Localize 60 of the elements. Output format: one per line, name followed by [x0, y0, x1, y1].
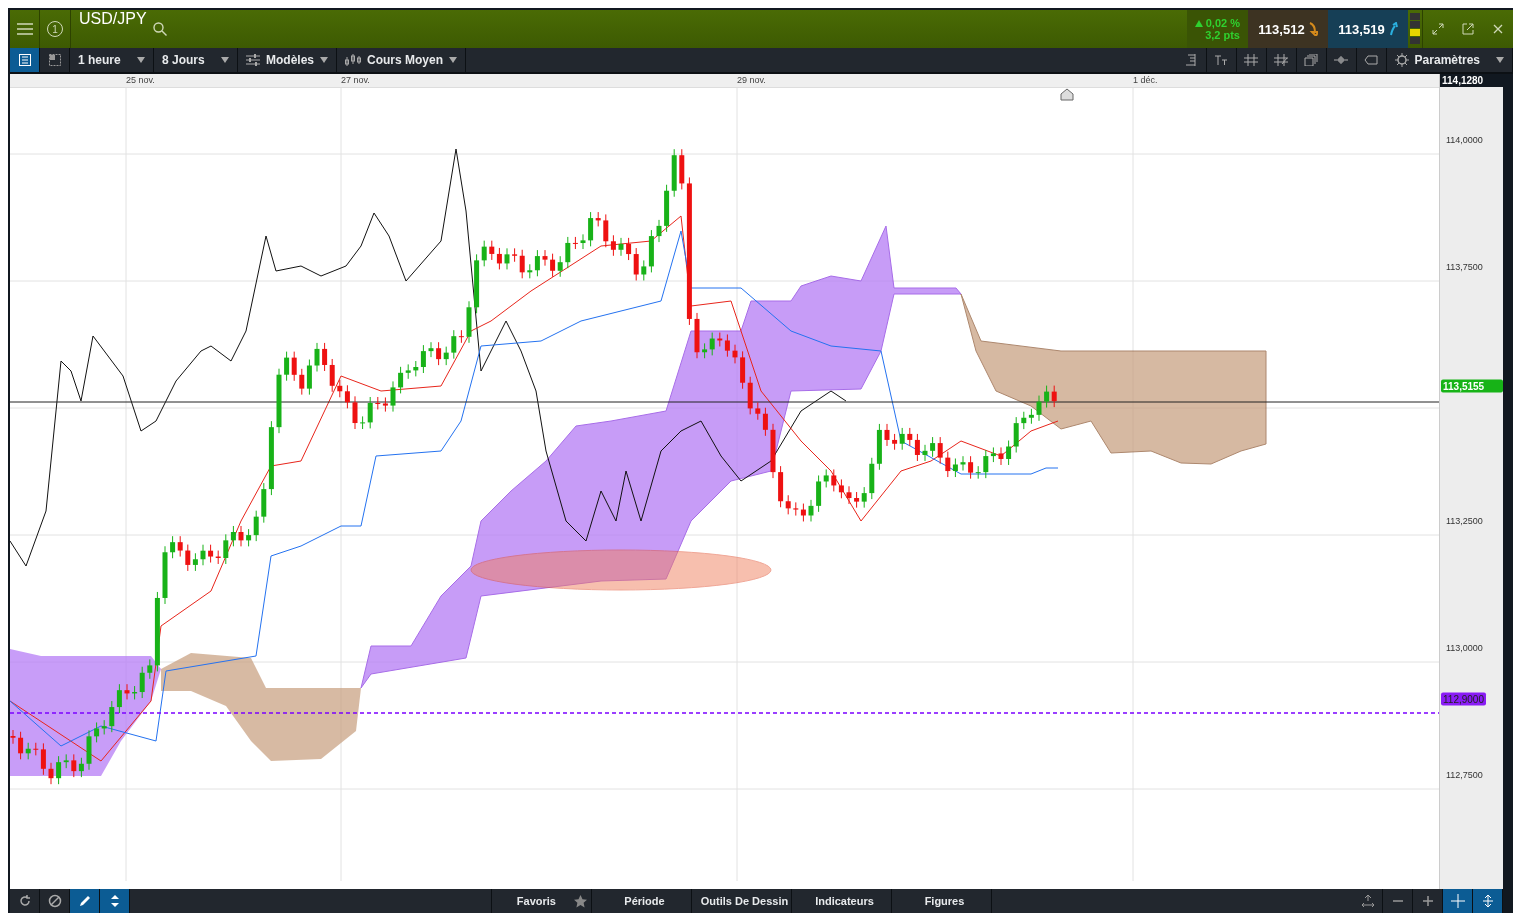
change-percent: 0,02 % [1205, 17, 1240, 29]
tag-icon [1364, 54, 1379, 66]
bid-value: 113,512 [1258, 21, 1305, 37]
expand-icon [1432, 23, 1444, 35]
up-triangle-icon [1194, 19, 1203, 27]
grid-icon [1244, 54, 1259, 66]
fit-icon [1360, 894, 1375, 908]
candlestick-icon [345, 54, 361, 66]
price-tick: 113,2500 [1446, 516, 1483, 526]
view-button[interactable] [10, 48, 40, 72]
layers-icon [1304, 54, 1319, 66]
menu-icon [16, 23, 33, 35]
tool-button[interactable] [1473, 889, 1503, 913]
plus-icon [1421, 895, 1434, 907]
gear-icon [1394, 53, 1409, 67]
price-tick: 112,7500 [1446, 770, 1483, 780]
ask-value: 113,519 [1338, 21, 1385, 37]
caret-icon [449, 57, 458, 63]
vertical-scale-icon [1481, 894, 1494, 908]
tool-button[interactable] [1443, 889, 1473, 913]
ask-price[interactable]: 113,519 [1328, 10, 1408, 48]
date-label: 27 nov. [341, 75, 370, 85]
caret-icon [320, 57, 328, 63]
up-arrow-icon [1387, 22, 1398, 36]
star-icon [574, 894, 587, 908]
instrument-title: USD/JPY [79, 10, 147, 29]
high-price-label: 114,1280 [1440, 74, 1503, 87]
magnet-icon [1274, 54, 1289, 66]
price-tick: 114,0000 [1446, 135, 1483, 145]
refresh-icon [17, 894, 32, 908]
panel-tab[interactable]: Outils De Dessin [691, 889, 791, 913]
bid-price[interactable]: 113,512 [1248, 10, 1328, 48]
prohibited-icon [47, 894, 62, 908]
list-icon [18, 54, 31, 66]
signal-level-icon [1410, 12, 1420, 46]
pencil-icon [77, 894, 92, 908]
highlight-ellipse[interactable] [470, 549, 772, 591]
crosshair-icon [1450, 894, 1465, 908]
caret-icon [1496, 57, 1504, 63]
change-points: 3,2 pts [1205, 29, 1240, 41]
alert-price-label: 112,9000 [1441, 692, 1486, 706]
external-window-icon [1462, 23, 1474, 35]
lines-icon [1184, 54, 1199, 66]
tool-button[interactable] [70, 889, 100, 913]
price-tick: 113,7500 [1446, 262, 1483, 272]
date-label: 29 nov. [737, 75, 766, 85]
last-price-label: 113,5155 [1441, 379, 1503, 393]
date-label: 25 nov. [126, 75, 155, 85]
date-label: 1 déc. [1133, 75, 1158, 85]
caret-icon [221, 57, 229, 63]
pin-icon [1334, 54, 1349, 66]
caret-icon [137, 57, 145, 63]
text-icon [1214, 54, 1229, 66]
price-tick: 113,0000 [1446, 643, 1483, 653]
alert-line[interactable] [10, 712, 1441, 714]
sliders-icon [246, 54, 260, 66]
layout-icon [48, 54, 61, 66]
close-icon [1493, 24, 1503, 34]
tool-button[interactable] [100, 889, 130, 913]
search-icon[interactable] [152, 22, 167, 36]
